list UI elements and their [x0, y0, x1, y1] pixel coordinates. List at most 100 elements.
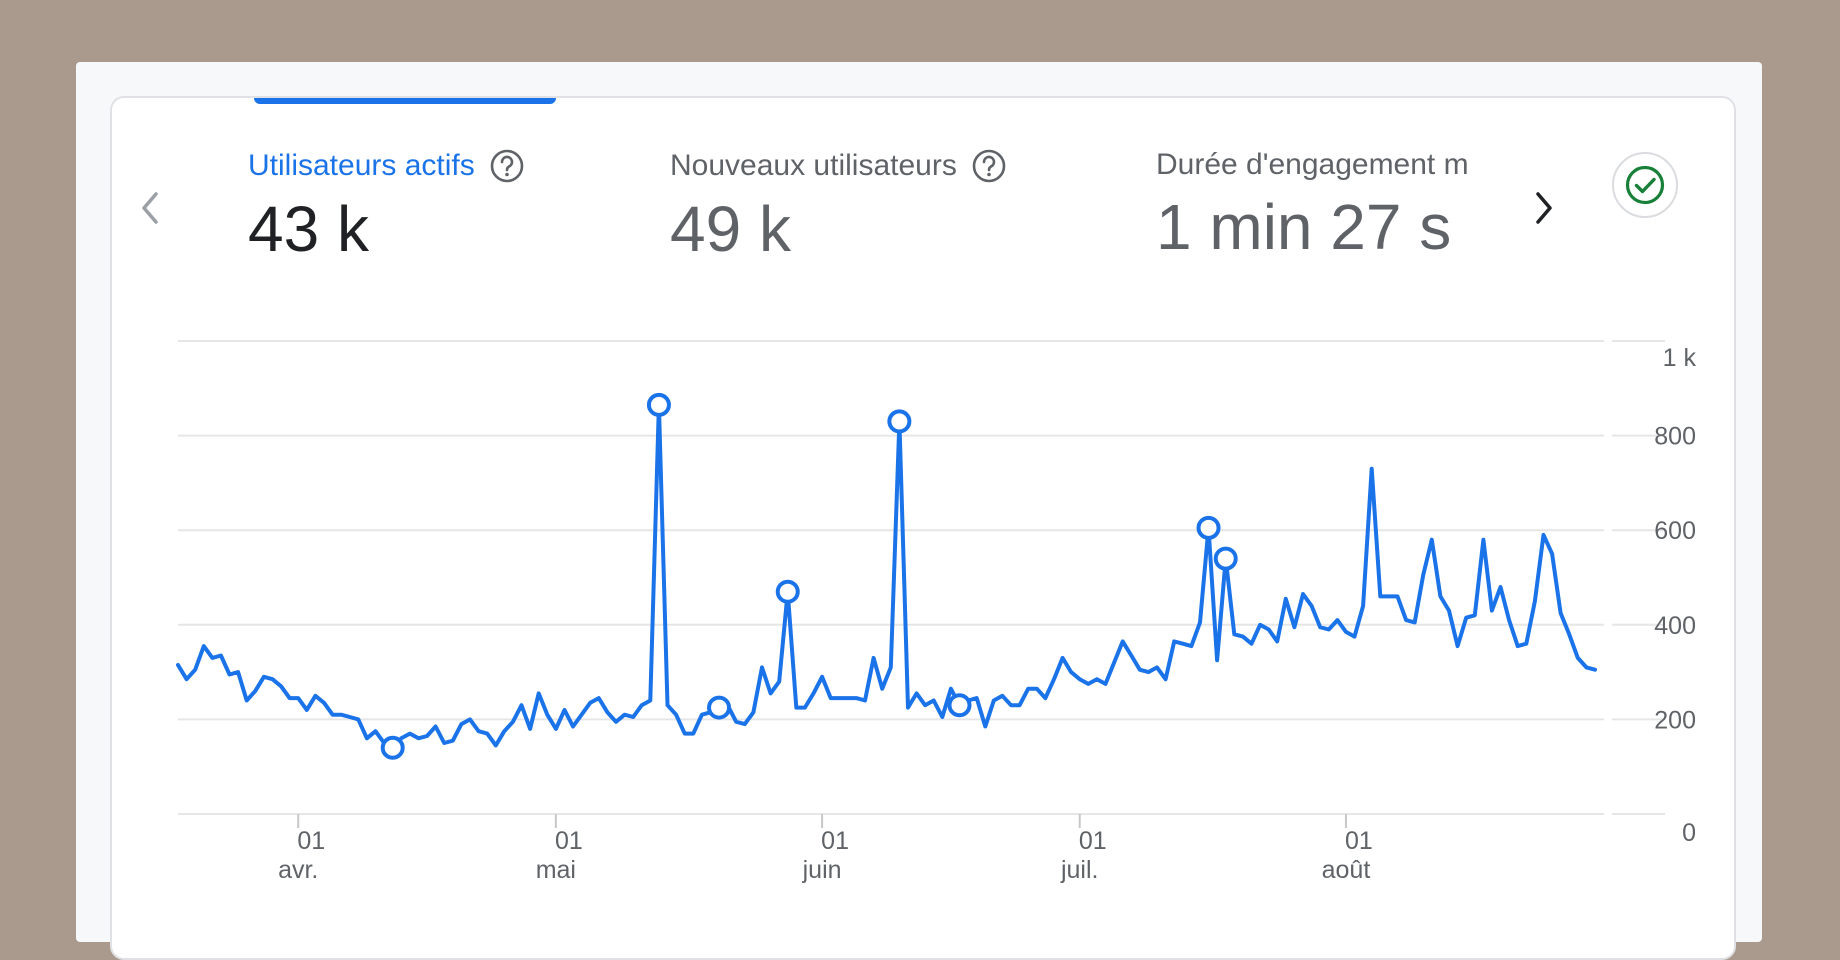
data-point	[674, 713, 678, 717]
data-point	[1078, 677, 1082, 681]
data-point	[983, 724, 987, 728]
data-point	[1009, 703, 1013, 707]
data-point	[1249, 642, 1253, 646]
y-tick-label: 0	[1682, 819, 1696, 847]
data-point	[176, 663, 180, 667]
data-point	[777, 680, 781, 684]
data-point	[511, 720, 515, 724]
data-point	[245, 698, 249, 702]
data-point	[236, 670, 240, 674]
data-point	[1026, 687, 1030, 691]
data-point	[296, 696, 300, 700]
data-point	[1404, 618, 1408, 622]
data-point	[1318, 625, 1322, 629]
data-point	[537, 691, 541, 695]
data-point	[1550, 552, 1554, 556]
data-point	[760, 665, 764, 669]
anomaly-marker	[646, 392, 671, 417]
data-point	[571, 724, 575, 728]
data-point	[666, 703, 670, 707]
data-point	[528, 727, 532, 731]
data-point	[726, 703, 730, 707]
x-tick-month: juin	[802, 856, 842, 884]
anomaly-marker	[1196, 515, 1221, 540]
anomaly-marker	[707, 695, 732, 720]
data-point	[794, 706, 798, 710]
data-point	[1232, 632, 1236, 636]
data-point	[1189, 644, 1193, 648]
x-tick-day: 01	[297, 827, 325, 855]
data-point	[1335, 618, 1339, 622]
x-tick-month: août	[1322, 856, 1371, 884]
data-point	[305, 708, 309, 712]
data-point	[1507, 618, 1511, 622]
data-point	[365, 736, 369, 740]
data-point	[588, 701, 592, 705]
data-point	[1533, 599, 1537, 603]
data-point	[580, 713, 584, 717]
y-tick-label: 200	[1654, 706, 1696, 734]
data-point	[829, 696, 833, 700]
data-point	[605, 710, 609, 714]
data-point	[812, 691, 816, 695]
data-point	[1438, 594, 1442, 598]
data-point	[1344, 630, 1348, 634]
data-point	[631, 715, 635, 719]
data-point	[1241, 635, 1245, 639]
data-point	[820, 675, 824, 679]
data-point	[1559, 611, 1563, 615]
data-point	[1275, 639, 1279, 643]
data-point	[1146, 670, 1150, 674]
data-point	[975, 696, 979, 700]
metric-chart-card: Utilisateurs actifs 43 k Nouveaux utilis…	[110, 96, 1736, 960]
data-point	[640, 703, 644, 707]
data-point	[270, 677, 274, 681]
data-point	[1413, 620, 1417, 624]
data-point	[434, 724, 438, 728]
data-point	[915, 691, 919, 695]
data-point	[734, 720, 738, 724]
data-point	[1215, 658, 1219, 662]
data-point	[1499, 585, 1503, 589]
data-point	[554, 727, 558, 731]
data-point	[1378, 594, 1382, 598]
data-point	[1172, 639, 1176, 643]
x-tick-day: 01	[1079, 827, 1107, 855]
data-point	[1473, 613, 1477, 617]
data-point	[751, 710, 755, 714]
data-point	[889, 665, 893, 669]
x-tick-day: 01	[555, 827, 583, 855]
data-point	[1464, 616, 1468, 620]
data-point	[1387, 594, 1391, 598]
data-point	[837, 696, 841, 700]
data-point	[1456, 644, 1460, 648]
data-point	[1258, 623, 1262, 627]
data-point	[1395, 594, 1399, 598]
data-point	[1069, 670, 1073, 674]
data-point	[262, 675, 266, 679]
data-point	[1421, 573, 1425, 577]
data-point	[1541, 533, 1545, 537]
data-point	[425, 734, 429, 738]
data-point	[992, 698, 996, 702]
data-point	[374, 729, 378, 733]
data-point	[1516, 644, 1520, 648]
data-point	[1052, 677, 1056, 681]
x-tick-month: avr.	[278, 856, 318, 884]
data-point	[494, 743, 498, 747]
data-point	[1576, 656, 1580, 660]
data-point	[1567, 632, 1571, 636]
data-point	[253, 689, 257, 693]
data-point	[1301, 592, 1305, 596]
anomaly-marker	[380, 735, 405, 760]
data-point	[1481, 538, 1485, 542]
y-tick-label: 800	[1654, 423, 1696, 451]
data-point	[1129, 654, 1133, 658]
data-point	[1593, 668, 1597, 672]
data-point	[1584, 665, 1588, 669]
data-point	[623, 713, 627, 717]
data-point	[700, 713, 704, 717]
data-point	[468, 717, 472, 721]
data-point	[520, 703, 524, 707]
data-point	[854, 696, 858, 700]
